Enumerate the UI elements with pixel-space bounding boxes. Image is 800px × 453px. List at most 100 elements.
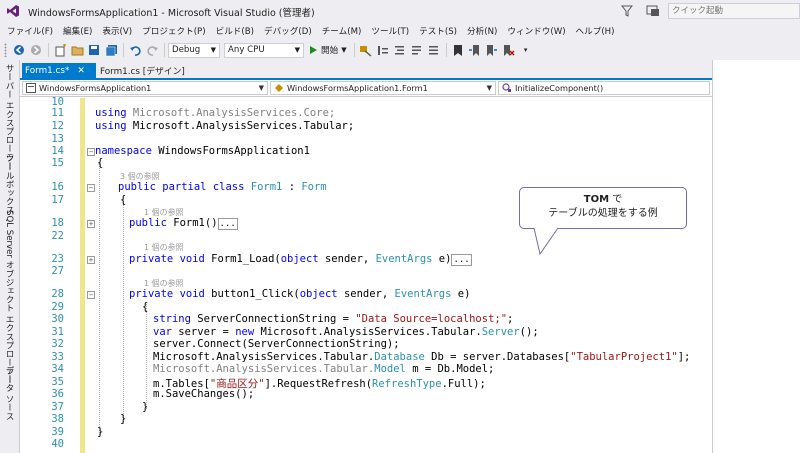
line-number: 35	[51, 376, 64, 388]
code-text: Microsoft.AnalysisServices.Tabular.	[153, 363, 375, 375]
solution-config-value: Debug	[172, 45, 201, 55]
code-text: Microsoft.AnalysisServices.Tabular.	[153, 351, 375, 363]
menu-debug[interactable]: デバッグ(D)	[259, 25, 317, 37]
type-name: Model	[374, 363, 406, 375]
indent-icon[interactable]	[392, 42, 408, 58]
fold-toggle[interactable]: −	[87, 184, 95, 192]
menu-analyze[interactable]: 分析(N)	[462, 25, 502, 37]
chevron-down-icon: ▼	[258, 84, 264, 92]
next-bookmark-icon[interactable]	[484, 42, 500, 58]
fold-toggle[interactable]: −	[87, 291, 95, 299]
right-panel-area	[712, 60, 800, 453]
toolbar-overflow-icon[interactable]: ▾	[518, 42, 534, 58]
toolbar-grip[interactable]	[4, 43, 7, 57]
solution-config-combo[interactable]: Debug ▼	[168, 42, 220, 58]
code-editor[interactable]: 10 11 12 13 14 15 16 17 18 22 23 27 28 2…	[20, 96, 712, 453]
menu-view[interactable]: 表示(V)	[97, 25, 137, 37]
new-project-icon[interactable]	[52, 42, 68, 58]
type-name: EventArgs	[394, 288, 452, 300]
callout-bold-text: TOM	[583, 194, 610, 205]
forward-icon[interactable]	[28, 42, 44, 58]
start-button[interactable]: 開始 ▼	[308, 44, 347, 56]
uncomment-icon[interactable]	[426, 42, 442, 58]
fold-toggle[interactable]: −	[87, 148, 95, 156]
toolbar-separator	[123, 43, 124, 57]
redo-icon[interactable]	[144, 42, 160, 58]
prev-bookmark-icon[interactable]	[467, 42, 483, 58]
menu-file[interactable]: ファイル(F)	[2, 25, 58, 37]
notification-filter-icon[interactable]	[620, 4, 634, 18]
data-sources-tab[interactable]: データ ソース	[3, 366, 15, 420]
code-text: .Full);	[441, 378, 486, 390]
collapsed-region[interactable]: ...	[451, 254, 472, 266]
menu-build[interactable]: ビルド(B)	[211, 25, 259, 37]
project-name: WindowsFormsApplication1	[39, 83, 152, 93]
save-all-icon[interactable]	[103, 42, 119, 58]
sql-server-object-explorer-tab[interactable]: SQL Server オブジェクト エクスプローラー	[3, 210, 15, 384]
feedback-icon[interactable]	[646, 4, 660, 18]
collapsed-region[interactable]: ...	[217, 218, 238, 230]
code-line-18: public Form1()...	[129, 217, 238, 230]
quick-launch-input[interactable]	[669, 4, 797, 18]
indent-guide	[146, 304, 147, 409]
document-tab-bar: Form1.cs* ✕ Form1.cs [デザイン]	[20, 60, 712, 80]
line-number: 18	[51, 217, 64, 229]
open-folder-icon[interactable]	[69, 42, 85, 58]
menu-team[interactable]: チーム(M)	[317, 25, 367, 37]
keyword: object	[280, 253, 319, 265]
keyword: public	[129, 217, 167, 229]
line-number: 34	[51, 363, 64, 375]
type-name: Form1	[244, 181, 283, 193]
line-number: 12	[51, 120, 64, 132]
keyword: string	[153, 313, 191, 325]
member-name: InitializeComponent()	[515, 83, 604, 93]
menu-help[interactable]: ヘルプ(H)	[571, 25, 620, 37]
member-combo[interactable]: InitializeComponent()	[498, 81, 710, 95]
line-number: 27	[51, 265, 64, 277]
chevron-down-icon: ▼	[210, 46, 216, 54]
clear-bookmarks-icon[interactable]	[501, 42, 517, 58]
code-line-15: {	[97, 157, 104, 169]
undo-icon[interactable]	[127, 42, 143, 58]
menu-tools[interactable]: ツール(T)	[366, 25, 414, 37]
menu-project[interactable]: プロジェクト(P)	[137, 25, 210, 37]
browser-link-icon[interactable]	[358, 42, 374, 58]
line-number: 31	[51, 326, 64, 338]
menu-window[interactable]: ウィンドウ(W)	[502, 25, 570, 37]
back-icon[interactable]	[11, 42, 27, 58]
comment-icon[interactable]	[409, 42, 425, 58]
code-text: e)	[432, 253, 452, 265]
class-combo[interactable]: WindowsFormsApplication1.Form1 ▼	[270, 81, 496, 95]
platform-combo[interactable]: Any CPU ▼	[224, 42, 304, 58]
tab-form1-cs[interactable]: Form1.cs* ✕	[22, 63, 96, 78]
close-icon[interactable]: ✕	[77, 66, 85, 76]
project-combo[interactable]: WindowsFormsApplication1 ▼	[22, 81, 268, 95]
navigation-bar: WindowsFormsApplication1 ▼ WindowsFormsA…	[20, 80, 712, 97]
callout-line-2: テーブルの処理をする例	[548, 208, 658, 219]
toolbox-tab[interactable]: ツールボックス	[3, 154, 15, 214]
type-name: Form	[301, 181, 327, 193]
keyword: public partial class	[118, 181, 245, 193]
save-icon[interactable]	[86, 42, 102, 58]
code-text: sender,	[337, 288, 395, 300]
menu-edit[interactable]: 編集(E)	[58, 25, 97, 37]
toolbar-separator	[164, 43, 165, 57]
code-text: m = Db.Model;	[405, 363, 495, 375]
quick-launch-box[interactable]	[668, 3, 800, 19]
tab-form1-designer[interactable]: Form1.cs [デザイン]	[98, 63, 198, 78]
expand-toggle[interactable]: +	[87, 256, 95, 264]
bookmark-icon[interactable]	[450, 42, 466, 58]
code-text: Microsoft.AnalysisServices.Tabular;	[126, 120, 355, 132]
menu-test[interactable]: テスト(S)	[414, 25, 462, 37]
chevron-down-icon: ▼	[294, 46, 300, 54]
callout-text: で	[609, 194, 623, 205]
code-text: Db = server.Databases[	[424, 351, 571, 363]
keyword: private void	[129, 253, 205, 265]
line-number: 30	[51, 313, 64, 325]
line-number: 29	[51, 301, 64, 313]
platform-value: Any CPU	[228, 45, 265, 55]
code-line-36: m.SaveChanges();	[153, 388, 255, 400]
reference-count-lens[interactable]: 1 個の参照	[144, 242, 184, 253]
step-icon[interactable]	[375, 42, 391, 58]
expand-toggle[interactable]: +	[87, 220, 95, 228]
